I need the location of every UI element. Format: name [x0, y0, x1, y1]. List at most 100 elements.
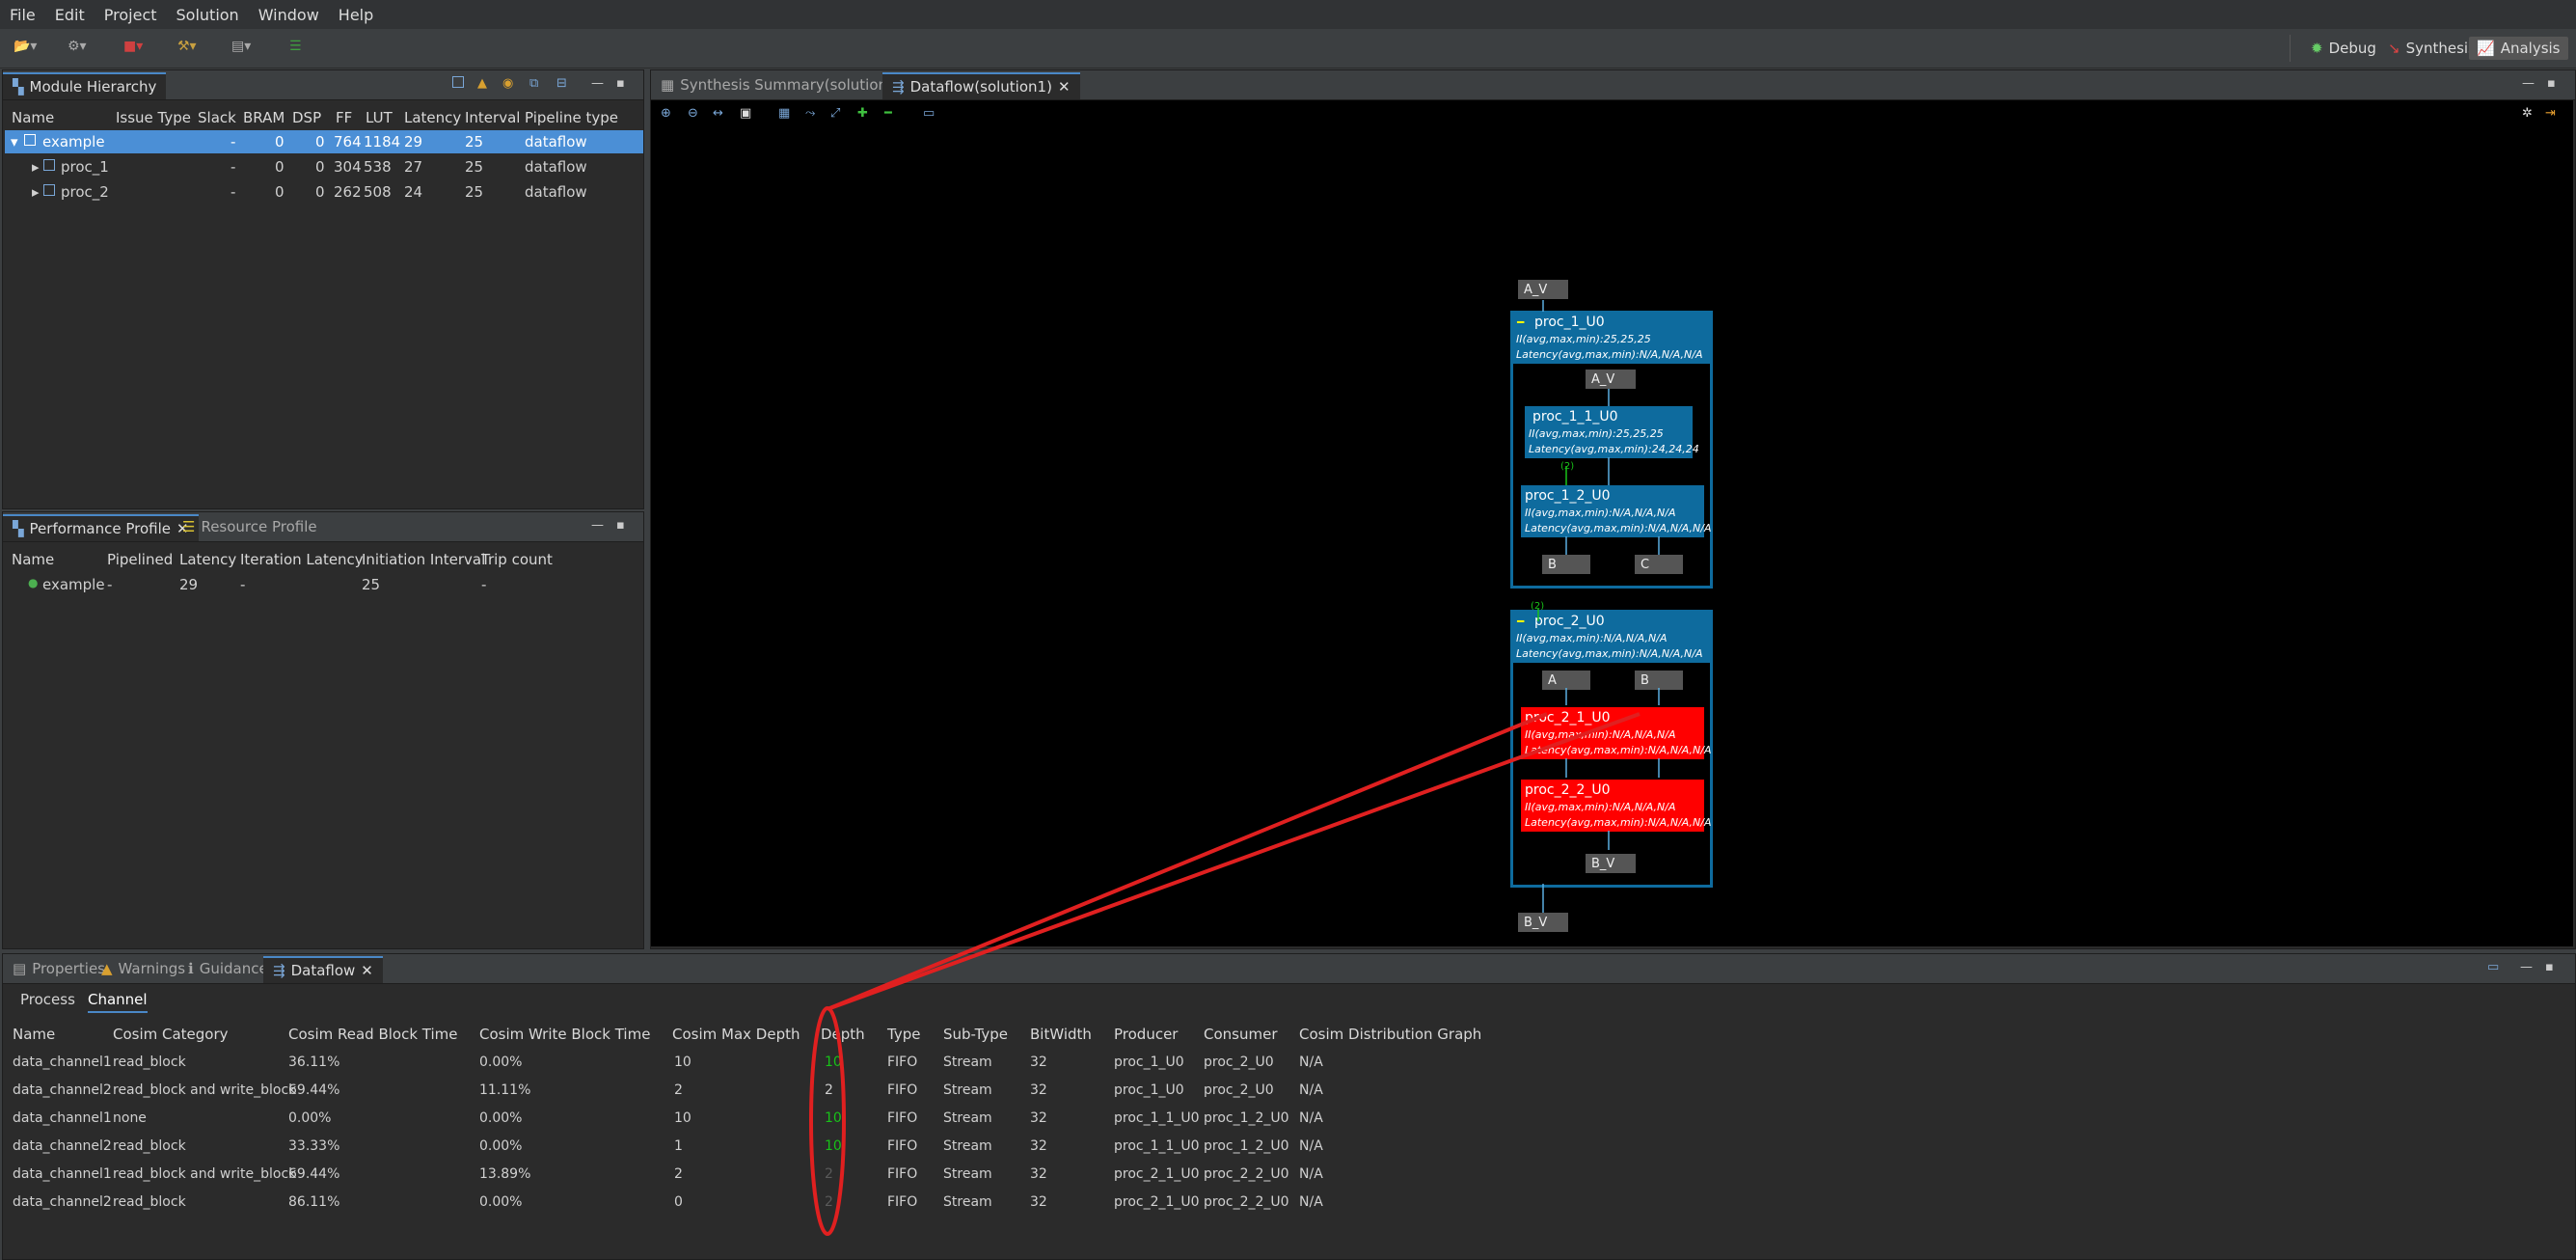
cell-depth: 2	[825, 1166, 833, 1182]
tab-module-hierarchy[interactable]: ▚ Module Hierarchy	[3, 72, 167, 99]
col-dsp[interactable]: DSP	[292, 109, 321, 126]
maximize-icon[interactable]: ▪	[2547, 76, 2556, 91]
col-latency[interactable]: Latency	[179, 551, 236, 568]
expand-all-icon[interactable]: ✚	[857, 106, 868, 121]
expand-arrow-icon[interactable]: ▾	[11, 133, 18, 151]
report-icon[interactable]: ▤▾	[231, 39, 251, 58]
col-distribution-graph[interactable]: Cosim Distribution Graph	[1299, 1026, 1481, 1043]
col-latency[interactable]: Latency	[404, 109, 461, 126]
cell-depth: 10	[825, 1055, 842, 1070]
perspective-analysis[interactable]: 📈 Analysis	[2469, 37, 2568, 60]
row-dsp: 0	[315, 158, 325, 176]
col-iteration-latency[interactable]: Iteration Latency	[240, 551, 364, 568]
cell-sub-type: Stream	[943, 1166, 992, 1182]
col-slack[interactable]: Slack	[198, 109, 236, 126]
cell-bitwidth: 32	[1030, 1166, 1047, 1182]
maximize-icon[interactable]: ▪	[616, 76, 625, 91]
cell-type: FIFO	[887, 1138, 918, 1154]
menu-help[interactable]: Help	[329, 6, 383, 24]
col-depth[interactable]: Depth	[821, 1026, 865, 1043]
row-lut: 538	[364, 158, 392, 176]
cell-consumer: proc_2_2_U0	[1204, 1194, 1289, 1210]
cell-producer: proc_1_U0	[1114, 1082, 1184, 1098]
fit-width-icon[interactable]: ↔	[713, 106, 723, 121]
stop-icon[interactable]: ■▾	[123, 39, 143, 58]
minimize-icon[interactable]: —	[591, 76, 604, 91]
export-icon[interactable]: ⇥	[2545, 106, 2556, 121]
menu-project[interactable]: Project	[95, 6, 167, 24]
minimize-icon[interactable]: —	[2522, 76, 2535, 91]
menu-solution[interactable]: Solution	[167, 6, 249, 24]
row-bram: 0	[275, 133, 285, 151]
resource-icon: ☰	[182, 518, 196, 535]
col-max-depth[interactable]: Cosim Max Depth	[672, 1026, 800, 1043]
expand-arrow-icon[interactable]: ▸	[32, 158, 40, 176]
minimize-icon[interactable]: —	[2520, 960, 2533, 974]
cell-type: FIFO	[887, 1110, 918, 1126]
col-ff[interactable]: FF	[336, 109, 352, 126]
col-pipeline-type[interactable]: Pipeline type	[525, 109, 618, 126]
cell-consumer: proc_2_U0	[1204, 1082, 1274, 1098]
col-bitwidth[interactable]: BitWidth	[1030, 1026, 1092, 1043]
maximize-icon[interactable]: ▪	[2545, 960, 2554, 974]
toolbar-separator	[2290, 35, 2291, 62]
menu-edit[interactable]: Edit	[45, 6, 95, 24]
col-issue-type[interactable]: Issue Type	[116, 109, 191, 126]
close-icon[interactable]: ✕	[361, 962, 373, 979]
cell-type: FIFO	[887, 1082, 918, 1098]
minimize-icon[interactable]: —	[591, 518, 604, 533]
subtab-channel[interactable]: Channel	[88, 991, 148, 1013]
menu-file[interactable]: File	[0, 6, 45, 24]
subtab-process[interactable]: Process	[20, 991, 75, 1008]
col-lut[interactable]: LUT	[366, 109, 393, 126]
info-filter-icon[interactable]: ◉	[502, 76, 513, 91]
menu-window[interactable]: Window	[249, 6, 329, 24]
route-icon[interactable]: ⤳	[805, 106, 815, 121]
zoom-out-icon[interactable]: ⊖	[688, 106, 698, 121]
col-name[interactable]: Name	[12, 109, 54, 126]
perspective-synthesis[interactable]: ↘ Synthesis	[2380, 37, 2483, 60]
layout-icon[interactable]: ▦	[778, 106, 790, 121]
tab-performance-profile[interactable]: ▚ Performance Profile ✕	[3, 514, 199, 541]
col-sub-type[interactable]: Sub-Type	[943, 1026, 1008, 1043]
col-cosim-category[interactable]: Cosim Category	[113, 1026, 229, 1043]
status-dot-icon: ●	[28, 576, 39, 589]
tab-dataflow[interactable]: ⇶ Dataflow ✕	[263, 956, 383, 983]
dataflow-graph-canvas[interactable]: A_V ━ proc_1_U0 II(avg,max,min):25,25,25…	[651, 129, 2573, 946]
col-read-block-time[interactable]: Cosim Read Block Time	[288, 1026, 458, 1043]
col-name[interactable]: Name	[12, 551, 54, 568]
expand-icon[interactable]: ⤢	[830, 106, 840, 121]
perspective-debug[interactable]: ✹ Debug	[2303, 37, 2384, 60]
col-trip-count[interactable]: Trip count	[481, 551, 553, 568]
tab-resource-profile[interactable]: ☰ Resource Profile	[173, 514, 327, 539]
expand-arrow-icon[interactable]: ▸	[32, 183, 40, 201]
collapse-all-icon[interactable]: ━	[884, 106, 892, 121]
col-initiation-interval[interactable]: Initiation Interval	[362, 551, 485, 568]
col-write-block-time[interactable]: Cosim Write Block Time	[479, 1026, 650, 1043]
maximize-icon[interactable]: ▪	[616, 518, 625, 533]
expand-all-icon[interactable]: ⧉	[529, 76, 538, 91]
fit-page-icon[interactable]: ▣	[740, 106, 751, 121]
col-producer[interactable]: Producer	[1114, 1026, 1178, 1043]
tab-synthesis-summary[interactable]: ▦ Synthesis Summary(solution1)	[651, 72, 911, 97]
run-synthesis-icon[interactable]: ⚒▾	[177, 39, 197, 58]
open-project-icon[interactable]: 📂▾	[14, 39, 37, 58]
module-view-icon[interactable]	[452, 76, 464, 92]
col-consumer[interactable]: Consumer	[1204, 1026, 1278, 1043]
list-icon[interactable]: ☰	[289, 39, 302, 58]
close-icon[interactable]: ✕	[1058, 78, 1071, 96]
col-pipelined[interactable]: Pipelined	[107, 551, 173, 568]
col-name[interactable]: Name	[13, 1026, 55, 1043]
col-interval[interactable]: Interval	[465, 109, 520, 126]
col-bram[interactable]: BRAM	[243, 109, 285, 126]
cell-max-depth: 2	[674, 1166, 683, 1182]
settings-icon[interactable]: ✲	[2522, 106, 2533, 121]
tab-dataflow-editor[interactable]: ⇶ Dataflow(solution1) ✕	[882, 72, 1080, 99]
settings-tool-icon[interactable]: ⚙▾	[68, 39, 87, 58]
view-menu-icon[interactable]: ▭	[2487, 960, 2499, 974]
warning-filter-icon[interactable]: ▲	[477, 76, 487, 91]
col-type[interactable]: Type	[887, 1026, 920, 1043]
zoom-in-icon[interactable]: ⊕	[661, 106, 671, 121]
collapse-all-icon[interactable]: ⊟	[556, 76, 567, 91]
overview-icon[interactable]: ▭	[923, 106, 935, 121]
